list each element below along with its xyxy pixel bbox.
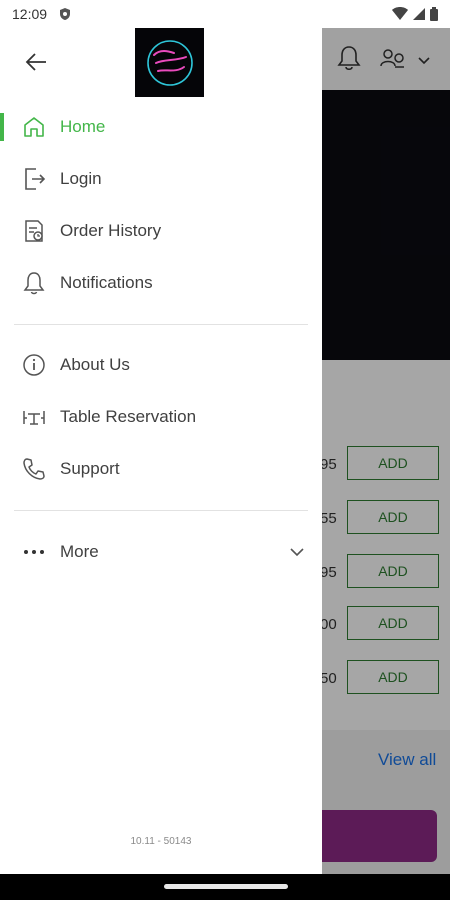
nav-label-login: Login: [60, 169, 102, 188]
drawer-divider: [14, 324, 308, 325]
nav-label-about-us: About Us: [60, 355, 130, 374]
nav-label-notifications: Notifications: [60, 273, 153, 292]
nav-label-more: More: [60, 542, 99, 561]
order-history-icon: [22, 219, 46, 243]
phone-icon: [22, 457, 46, 481]
nav-label-support: Support: [60, 459, 120, 478]
nav-item-about-us[interactable]: About Us: [0, 343, 322, 387]
shield-icon: [58, 7, 72, 26]
info-icon: [22, 353, 46, 377]
nav-item-table-reservation[interactable]: Table Reservation: [0, 395, 322, 439]
nav-label-home: Home: [60, 117, 106, 136]
gesture-nav-bar: [0, 874, 450, 900]
status-bar: 12:09: [0, 0, 450, 28]
app-version: 10.11 - 50143: [130, 836, 192, 847]
signal-icon: [412, 7, 426, 26]
nav-item-notifications[interactable]: Notifications: [0, 261, 322, 305]
nav-label-table-reservation: Table Reservation: [60, 407, 197, 426]
system-icons: [392, 7, 438, 26]
nav-label-order-history: Order History: [60, 221, 162, 240]
table-icon: [22, 405, 46, 429]
home-icon: [22, 115, 46, 139]
brand-logo-image: [146, 39, 193, 86]
status-time: 12:09: [12, 6, 48, 22]
nav-item-login[interactable]: Login: [0, 157, 322, 201]
nav-item-more[interactable]: More: [0, 530, 322, 574]
back-arrow-icon[interactable]: [24, 50, 48, 74]
nav-item-support[interactable]: Support: [0, 447, 322, 491]
brand-logo: [135, 28, 204, 97]
bell-icon: [22, 271, 46, 295]
battery-icon: [430, 7, 438, 26]
nav-item-order-history[interactable]: Order History: [0, 209, 322, 253]
more-dots-icon: [22, 540, 46, 564]
nav-item-home[interactable]: Home: [0, 105, 322, 149]
login-icon: [22, 167, 46, 191]
drawer-divider: [14, 510, 308, 511]
home-gesture-handle[interactable]: [164, 884, 288, 889]
navigation-drawer: Home Login Order History Notifications A…: [0, 28, 322, 874]
chevron-down-icon[interactable]: [290, 544, 304, 562]
wifi-icon: [392, 7, 408, 26]
active-indicator: [0, 113, 4, 141]
